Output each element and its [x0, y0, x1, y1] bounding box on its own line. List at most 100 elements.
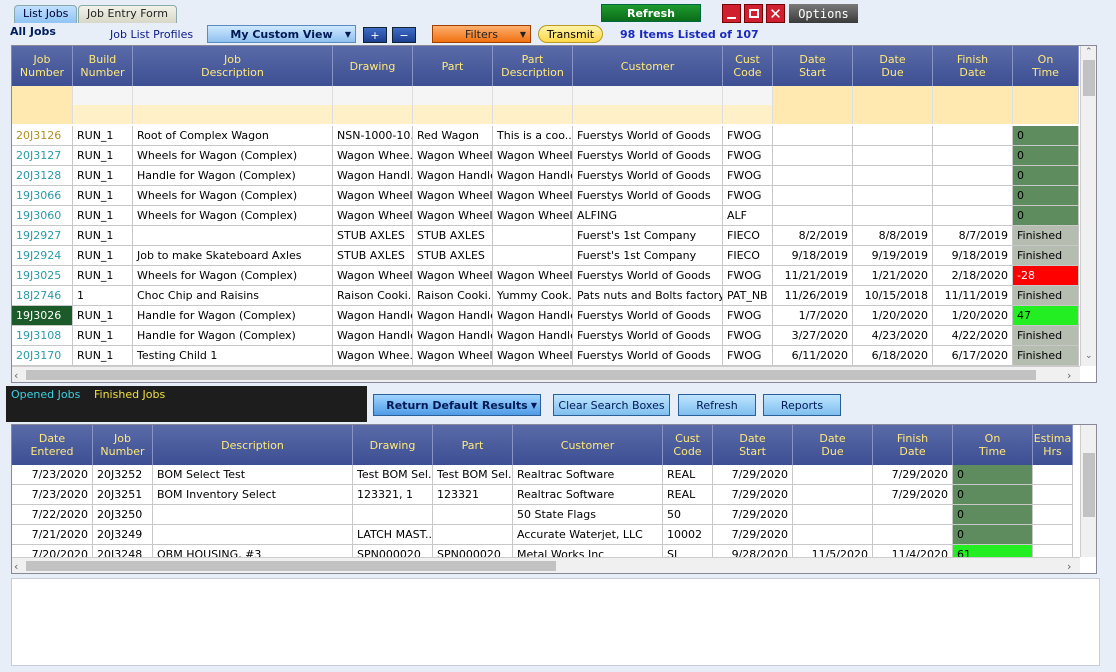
job-number-cell[interactable]: 19J2924: [12, 246, 73, 266]
column-header[interactable]: On Time: [953, 425, 1033, 465]
clear-search-boxes-button[interactable]: Clear Search Boxes: [553, 394, 670, 416]
scrollbar-thumb[interactable]: [1083, 453, 1095, 517]
column-header[interactable]: Part: [413, 46, 493, 86]
add-profile-button[interactable]: +: [363, 27, 387, 43]
table-cell: Wagon Wheels: [493, 346, 573, 366]
job-number-cell[interactable]: 20J3170: [12, 346, 73, 366]
return-default-results-button[interactable]: Return Default Results ▼: [373, 394, 541, 416]
filter-input[interactable]: [573, 86, 723, 105]
table-cell: 9/19/2019: [853, 246, 933, 266]
job-number-cell[interactable]: 20J3250: [93, 505, 153, 525]
column-header[interactable]: Job Number: [93, 425, 153, 465]
filter-input[interactable]: [853, 105, 933, 124]
job-number-cell[interactable]: 20J3249: [93, 525, 153, 545]
table-cell: Wagon Wheels: [493, 146, 573, 166]
filter-input[interactable]: [723, 105, 773, 124]
filters-button[interactable]: Filters ▼: [432, 25, 531, 43]
column-header[interactable]: On Time: [1013, 46, 1079, 86]
filter-input[interactable]: [573, 105, 723, 124]
close-icon[interactable]: ✕: [766, 4, 785, 23]
options-button[interactable]: Options: [789, 4, 858, 23]
scrollbar-thumb[interactable]: [26, 370, 1036, 380]
column-header[interactable]: Finish Date: [873, 425, 953, 465]
filter-input[interactable]: [333, 105, 413, 124]
scroll-right-icon[interactable]: ›: [1067, 369, 1071, 382]
column-header[interactable]: Date Due: [793, 425, 873, 465]
tab-list-jobs[interactable]: List Jobs: [14, 5, 78, 23]
column-header[interactable]: Drawing: [353, 425, 433, 465]
refresh-top-button[interactable]: Refresh: [601, 4, 701, 22]
filter-input[interactable]: [773, 105, 853, 124]
horizontal-scrollbar[interactable]: ‹ ›: [12, 366, 1080, 382]
job-number-cell[interactable]: 19J3026: [12, 306, 73, 326]
filter-input[interactable]: [12, 105, 73, 124]
filter-input[interactable]: [1013, 86, 1079, 105]
table-cell: [773, 186, 853, 206]
column-header[interactable]: Part Description: [493, 46, 573, 86]
column-header[interactable]: Date Start: [773, 46, 853, 86]
job-number-cell[interactable]: 19J3066: [12, 186, 73, 206]
minimize-icon[interactable]: [722, 4, 741, 23]
job-number-cell[interactable]: 19J3025: [12, 266, 73, 286]
column-header[interactable]: Cust Code: [723, 46, 773, 86]
job-number-cell[interactable]: 19J2927: [12, 226, 73, 246]
reports-button[interactable]: Reports: [763, 394, 841, 416]
filter-input[interactable]: [493, 105, 573, 124]
filter-input[interactable]: [853, 86, 933, 105]
job-number-cell[interactable]: 20J3128: [12, 166, 73, 186]
filter-input[interactable]: [73, 86, 133, 105]
job-number-cell[interactable]: 20J3252: [93, 465, 153, 485]
filter-input[interactable]: [773, 86, 853, 105]
column-header[interactable]: Date Entered: [12, 425, 93, 465]
scroll-down-icon[interactable]: ⌄: [1085, 351, 1093, 361]
column-header[interactable]: Build Number: [73, 46, 133, 86]
vertical-scrollbar[interactable]: ⌃ ⌄: [1080, 46, 1096, 366]
column-header[interactable]: Job Description: [133, 46, 333, 86]
column-header[interactable]: Cust Code: [663, 425, 713, 465]
vertical-scrollbar[interactable]: [1080, 425, 1096, 557]
filter-input[interactable]: [933, 105, 1013, 124]
column-header[interactable]: Date Start: [713, 425, 793, 465]
job-number-cell[interactable]: 19J3108: [12, 326, 73, 346]
maximize-icon[interactable]: [744, 4, 763, 23]
scroll-left-icon[interactable]: ‹: [14, 560, 18, 573]
tab-job-entry-form[interactable]: Job Entry Form: [78, 5, 177, 23]
column-header[interactable]: Drawing: [333, 46, 413, 86]
scroll-up-icon[interactable]: ⌃: [1085, 47, 1093, 57]
column-header[interactable]: Date Due: [853, 46, 933, 86]
column-header[interactable]: Description: [153, 425, 353, 465]
scroll-right-icon[interactable]: ›: [1067, 560, 1071, 573]
refresh-button[interactable]: Refresh: [678, 394, 756, 416]
job-number-cell[interactable]: 19J3060: [12, 206, 73, 226]
filter-input[interactable]: [723, 86, 773, 105]
filter-input[interactable]: [333, 86, 413, 105]
filter-input[interactable]: [133, 86, 333, 105]
filter-input[interactable]: [933, 86, 1013, 105]
filter-input[interactable]: [133, 105, 333, 124]
job-number-cell[interactable]: 20J3251: [93, 485, 153, 505]
filter-input[interactable]: [12, 86, 73, 105]
column-header[interactable]: Estima Hrs: [1033, 425, 1073, 465]
transmit-button[interactable]: Transmit: [538, 25, 603, 43]
filter-input[interactable]: [1013, 105, 1079, 124]
horizontal-scrollbar[interactable]: ‹ ›: [12, 557, 1080, 573]
job-number-cell[interactable]: 20J3127: [12, 146, 73, 166]
filter-input[interactable]: [493, 86, 573, 105]
filter-input[interactable]: [413, 86, 493, 105]
table-cell: Root of Complex Wagon: [133, 126, 333, 146]
column-header[interactable]: Customer: [513, 425, 663, 465]
column-header[interactable]: Finish Date: [933, 46, 1013, 86]
filter-input[interactable]: [413, 105, 493, 124]
profile-select[interactable]: My Custom View ▼: [207, 25, 356, 43]
filter-input[interactable]: [73, 105, 133, 124]
scrollbar-thumb[interactable]: [26, 561, 556, 571]
column-header[interactable]: Part: [433, 425, 513, 465]
table-cell: Realtrac Software: [513, 485, 663, 505]
scrollbar-thumb[interactable]: [1083, 60, 1095, 96]
scroll-left-icon[interactable]: ‹: [14, 369, 18, 382]
job-number-cell[interactable]: 20J3126: [12, 126, 73, 146]
column-header[interactable]: Customer: [573, 46, 723, 86]
job-number-cell[interactable]: 18J2746: [12, 286, 73, 306]
column-header[interactable]: Job Number: [12, 46, 73, 86]
remove-profile-button[interactable]: −: [392, 27, 416, 43]
